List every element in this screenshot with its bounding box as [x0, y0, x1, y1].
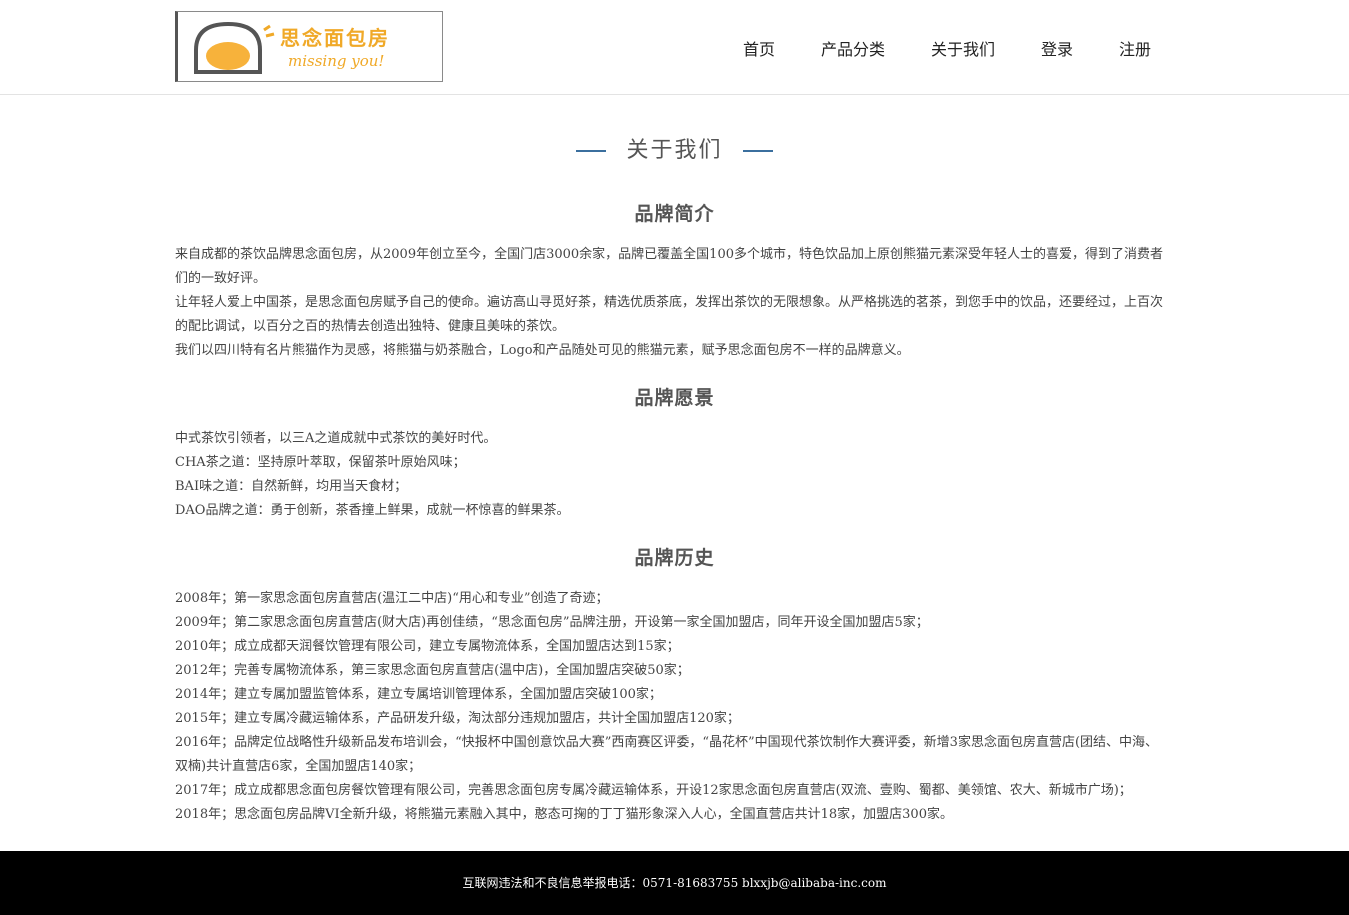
section-heading-history: 品牌历史 [634, 547, 715, 569]
paragraph: DAO品牌之道：勇于创新，茶香撞上鲜果，成就一杯惊喜的鲜果茶。 [175, 503, 570, 518]
nav-login[interactable]: 登录 [1041, 36, 1073, 60]
history-item: 2014年；建立专属加盟监管体系，建立专属培训管理体系，全国加盟店突破100家； [175, 687, 662, 702]
brand-logo[interactable]: 思念面包房 missing you! [175, 11, 443, 82]
history-item: 2016年；品牌定位战略性升级新品发布培训会，“快报杯中国创意饮品大赛”西南赛区… [175, 735, 1159, 774]
page-title: 关于我们 [0, 132, 1349, 164]
paragraph: 来自成都的茶饮品牌思念面包房，从2009年创立至今，全国门店3000余家，品牌已… [175, 247, 1163, 286]
brand-name-en: missing you! [288, 52, 385, 70]
nav-product-categories[interactable]: 产品分类 [821, 36, 885, 60]
title-divider-left [576, 150, 607, 152]
paragraph: 让年轻人爱上中国茶，是思念面包房赋予自己的使命。遍访高山寻觅好茶，精选优质茶底，… [175, 295, 1164, 334]
vision-text: 中式茶饮引领者，以三A之道成就中式茶饮的美好时代。 CHA茶之道：坚持原叶萃取，… [175, 427, 1170, 523]
page-title-text: 关于我们 [626, 138, 723, 163]
nav-register[interactable]: 注册 [1119, 36, 1151, 60]
section-heading-intro: 品牌简介 [634, 203, 715, 225]
paragraph: 我们以四川特有名片熊猫作为灵感，将熊猫与奶茶融合，Logo和产品随处可见的熊猫元… [175, 343, 910, 358]
site-header: 思念面包房 missing you! 首页 产品分类 关于我们 登录 注册 [0, 0, 1349, 95]
footer-report-text: 互联网违法和不良信息举报电话：0571-81683755 blxxjb@alib… [462, 876, 887, 890]
nav-home[interactable]: 首页 [743, 36, 775, 60]
paragraph: BAI味之道：自然新鲜，均用当天食材； [175, 479, 408, 494]
intro-text: 来自成都的茶饮品牌思念面包房，从2009年创立至今，全国门店3000余家，品牌已… [175, 243, 1170, 363]
history-item: 2017年；成立成都思念面包房餐饮管理有限公司，完善思念面包房专属冷藏运输体系，… [175, 783, 1132, 798]
history-item: 2009年；第二家思念面包房直营店(财大店)再创佳绩，“思念面包房”品牌注册，开… [175, 615, 929, 630]
history-item: 2018年；思念面包房品牌VI全新升级，将熊猫元素融入其中，憨态可掬的丁丁猫形象… [175, 807, 953, 822]
bread-icon [194, 21, 275, 74]
history-text: 2008年；第一家思念面包房直营店(温江二中店)“用心和专业”创造了奇迹； 20… [175, 587, 1170, 827]
brand-name-cn: 思念面包房 [280, 26, 390, 50]
section-heading-vision: 品牌愿景 [634, 387, 715, 409]
title-divider-right [742, 150, 773, 152]
history-item: 2008年；第一家思念面包房直营店(温江二中店)“用心和专业”创造了奇迹； [175, 591, 609, 606]
nav-about-us[interactable]: 关于我们 [931, 36, 995, 60]
paragraph: CHA茶之道：坚持原叶萃取，保留茶叶原始风味； [175, 455, 466, 470]
paragraph: 中式茶饮引领者，以三A之道成就中式茶饮的美好时代。 [175, 431, 497, 446]
history-item: 2015年；建立专属冷藏运输体系，产品研发升级，淘汰部分违规加盟店，共计全国加盟… [175, 711, 740, 726]
history-item: 2012年；完善专属物流体系，第三家思念面包房直营店(温中店)，全国加盟店突破5… [175, 663, 690, 678]
history-item: 2010年；成立成都天润餐饮管理有限公司，建立专属物流体系，全国加盟店达到15家… [175, 639, 680, 654]
site-footer: 互联网违法和不良信息举报电话：0571-81683755 blxxjb@alib… [0, 851, 1349, 915]
